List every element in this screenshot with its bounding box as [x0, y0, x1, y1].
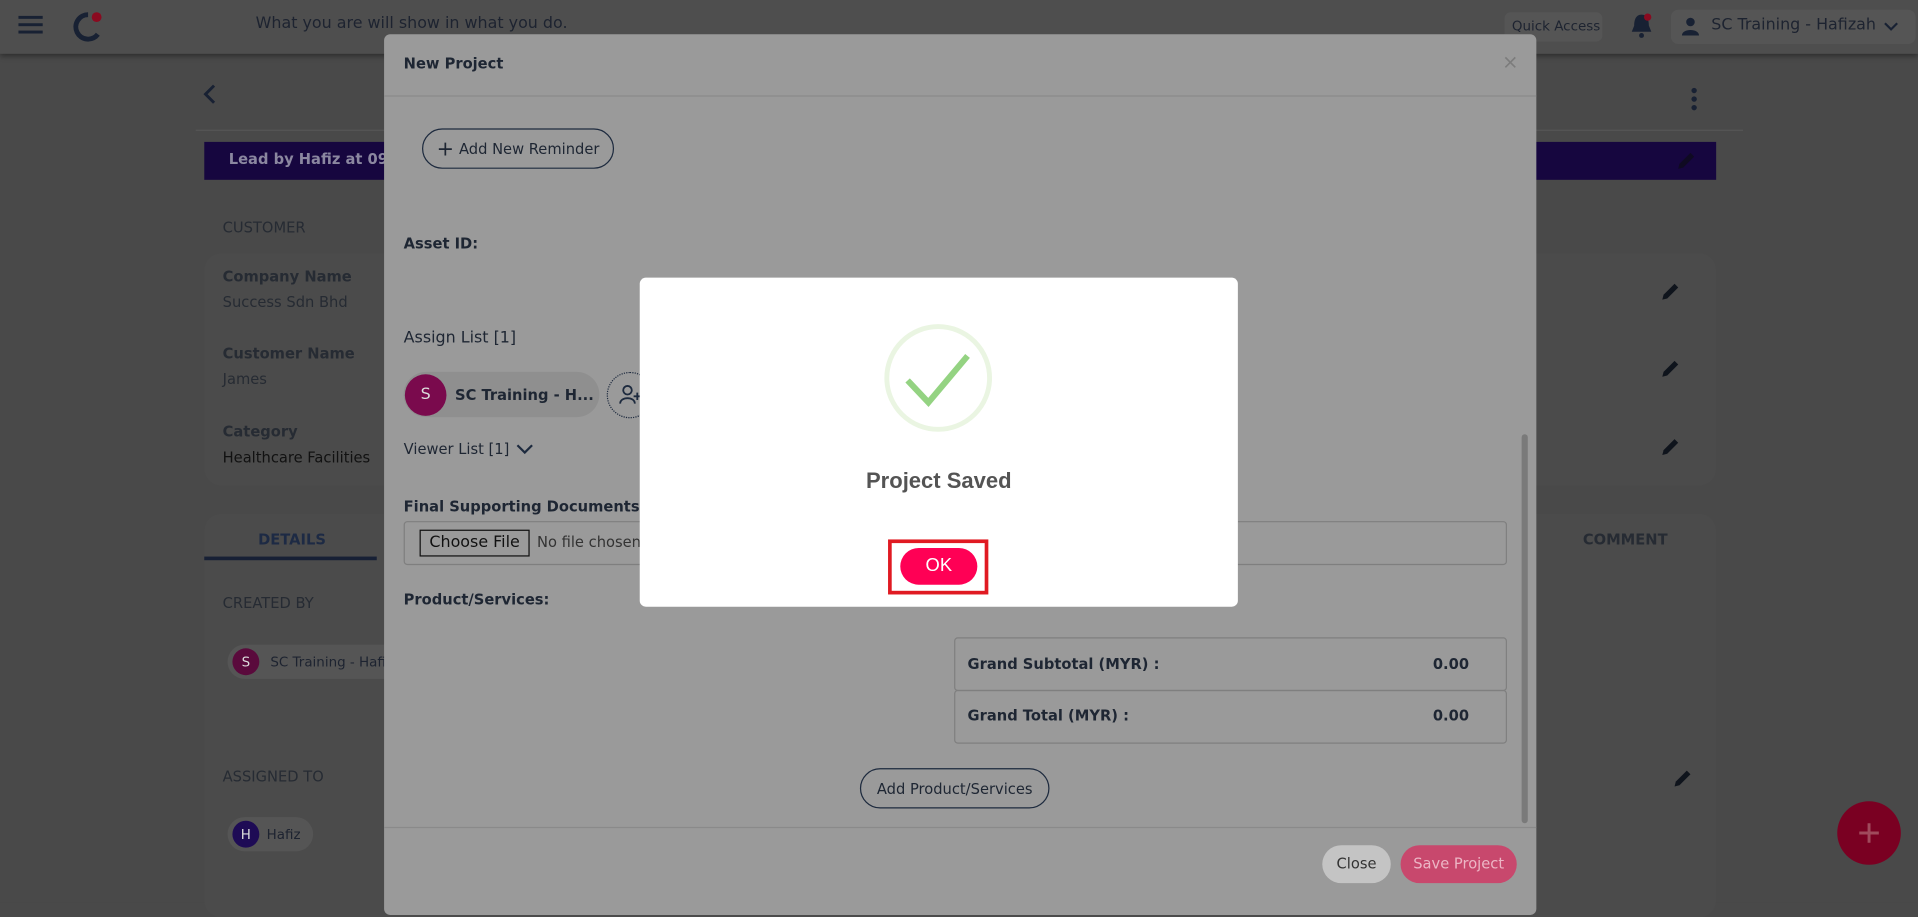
- tab-details[interactable]: DETAILS: [258, 531, 326, 548]
- file-status: No file chosen: [536, 533, 641, 551]
- avatar: H: [232, 820, 260, 848]
- tagline: What you are will show in what you do.: [255, 14, 568, 34]
- project-saved-alert: Project Saved OK: [639, 277, 1238, 607]
- user-name: SC Training - Hafizah: [1711, 15, 1876, 35]
- edit-icon[interactable]: [1660, 357, 1682, 379]
- close-icon[interactable]: ×: [1502, 50, 1518, 73]
- field-label: Customer Name: [222, 344, 355, 363]
- avatar: S: [404, 373, 447, 416]
- chevron-down-icon[interactable]: [516, 444, 533, 455]
- plus-icon: +: [436, 136, 455, 161]
- created-by-label: CREATED BY: [222, 594, 314, 612]
- avatar: S: [232, 648, 260, 676]
- ok-button[interactable]: OK: [900, 547, 978, 585]
- save-project-button[interactable]: Save Project: [1400, 845, 1517, 884]
- modal-title: New Project: [403, 55, 504, 73]
- tab-comment[interactable]: COMMENT: [1583, 531, 1668, 548]
- logo[interactable]: [71, 10, 103, 44]
- grand-total-row: Grand Total (MYR) : 0.00: [954, 689, 1507, 744]
- more-options-icon[interactable]: [1689, 87, 1699, 111]
- modal-scrollbar[interactable]: [1521, 434, 1528, 824]
- user-menu[interactable]: SC Training - Hafizah: [1670, 9, 1916, 45]
- field-label: Category: [222, 423, 298, 441]
- alert-message: Project Saved: [865, 468, 1012, 493]
- grand-subtotal-value: 0.00: [1432, 655, 1470, 673]
- field-value: James: [222, 370, 267, 388]
- field-label: Company Name: [222, 267, 352, 286]
- assigned-to-label: ASSIGNED TO: [222, 768, 324, 786]
- plus-icon: [1859, 823, 1879, 843]
- assignee-chip: S SC Training - H...: [403, 371, 600, 418]
- grand-total-label: Grand Total (MYR) :: [967, 707, 1129, 725]
- products-label: Product/Services:: [403, 590, 550, 608]
- viewer-list-toggle[interactable]: Viewer List [1]: [404, 440, 510, 457]
- chevron-down-icon: [1884, 22, 1898, 31]
- assignee-name: SC Training - H...: [455, 385, 594, 404]
- add-reminder-button[interactable]: + Add New Reminder: [422, 128, 615, 169]
- edit-icon[interactable]: [1660, 435, 1682, 457]
- back-icon[interactable]: [202, 84, 217, 104]
- bell-icon[interactable]: [1629, 12, 1653, 39]
- assign-list-label: Assign List [1]: [403, 329, 517, 348]
- grand-subtotal-row: Grand Subtotal (MYR) : 0.00: [954, 637, 1507, 692]
- field-value: Healthcare Facilities: [222, 448, 371, 467]
- edit-icon[interactable]: [1660, 280, 1682, 302]
- assigned-to-name: Hafiz: [266, 826, 301, 843]
- edit-icon[interactable]: [1672, 767, 1694, 789]
- grand-subtotal-label: Grand Subtotal (MYR) :: [967, 655, 1160, 673]
- final-docs-label: Final Supporting Documents:: [403, 497, 646, 515]
- user-icon: [1681, 17, 1700, 36]
- asset-id-label: Asset ID:: [403, 234, 479, 252]
- add-reminder-label: Add New Reminder: [458, 140, 600, 158]
- assigned-to-chip: H Hafiz: [227, 817, 314, 852]
- close-button[interactable]: Close: [1322, 845, 1391, 884]
- add-fab[interactable]: [1837, 801, 1901, 865]
- grand-total-value: 0.00: [1432, 707, 1470, 725]
- edit-icon[interactable]: [1676, 149, 1698, 171]
- add-product-button[interactable]: Add Product/Services: [859, 768, 1050, 809]
- field-value: Success Sdn Bhd: [222, 293, 348, 311]
- quick-access-label: Quick Access: [1511, 18, 1601, 35]
- add-user-icon: [619, 385, 641, 404]
- success-check-icon: [884, 324, 993, 432]
- choose-file-button[interactable]: Choose File: [419, 529, 530, 557]
- banner-text: Lead by Hafiz at 09 ...: [228, 150, 410, 168]
- menu-icon[interactable]: [18, 15, 43, 35]
- customer-section-title: CUSTOMER: [222, 218, 306, 237]
